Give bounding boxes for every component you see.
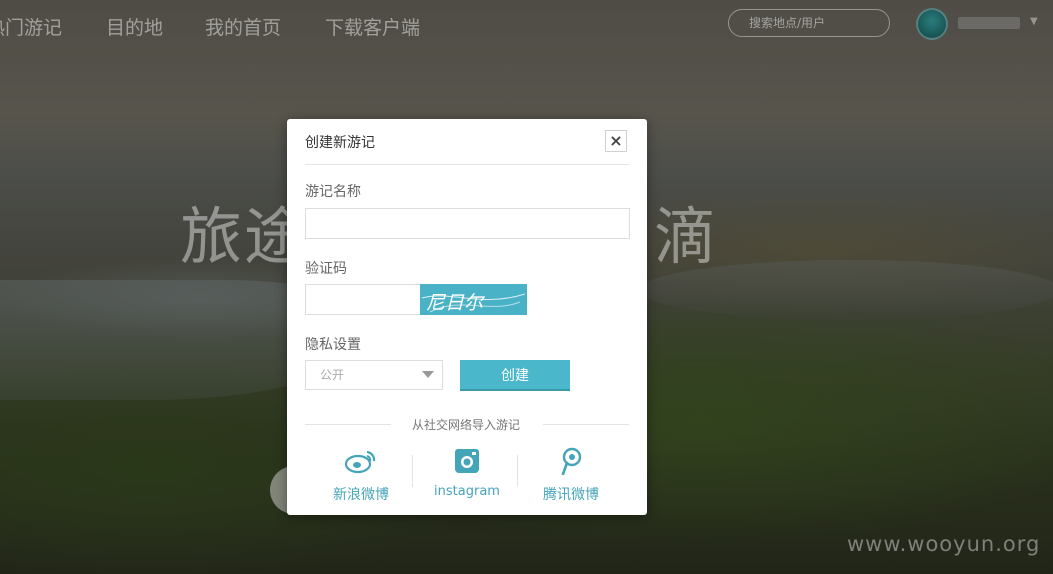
- weibo-import-button[interactable]: 新浪微博: [311, 447, 411, 504]
- nav-download-client[interactable]: 下载客户端: [325, 13, 420, 40]
- captcha-label: 验证码: [305, 261, 347, 277]
- caret-down-icon: [422, 371, 434, 378]
- chevron-down-icon[interactable]: ▼: [1030, 16, 1038, 27]
- import-from-social-label: 从社交网络导入游记: [412, 418, 521, 432]
- social-separator: [517, 455, 518, 487]
- travel-name-label: 游记名称: [305, 184, 361, 200]
- nav-popular-travels[interactable]: 热门游记: [0, 13, 62, 40]
- instagram-icon: [455, 449, 479, 473]
- divider: [305, 164, 629, 165]
- captcha-text: 尼日尔: [426, 292, 484, 314]
- top-nav: 热门游记 目的地 我的首页 下载客户端 搜索地点/用户 ▼: [0, 0, 1053, 50]
- tencent-weibo-icon: [561, 447, 582, 475]
- divider-right: [543, 424, 629, 425]
- divider-left: [305, 424, 391, 425]
- create-travel-dialog: 创建新游记 × 游记名称 验证码 尼日尔 隐私设置 公开 创建 从社交网络导入游…: [287, 119, 647, 515]
- travel-name-input[interactable]: [305, 208, 630, 239]
- tencent-weibo-label: 腾讯微博: [543, 487, 599, 503]
- privacy-label: 隐私设置: [305, 337, 361, 353]
- create-button[interactable]: 创建: [460, 360, 570, 391]
- nav-destinations[interactable]: 目的地: [106, 13, 163, 40]
- weibo-label: 新浪微博: [333, 487, 389, 503]
- captcha-image[interactable]: 尼日尔: [420, 284, 527, 315]
- privacy-select-value: 公开: [320, 368, 345, 382]
- social-separator: [412, 455, 413, 487]
- avatar[interactable]: [916, 8, 948, 40]
- instagram-label: instagram: [434, 484, 500, 499]
- weibo-icon: [345, 450, 376, 474]
- close-button[interactable]: ×: [605, 130, 627, 152]
- dialog-title: 创建新游记: [305, 135, 375, 151]
- tencent-weibo-import-button[interactable]: 腾讯微博: [521, 447, 621, 504]
- hero-title-right: 滴: [654, 200, 719, 273]
- instagram-import-button[interactable]: instagram: [417, 447, 517, 499]
- watermark: www.wooyun.org: [847, 532, 1041, 556]
- search-input[interactable]: 搜索地点/用户: [728, 9, 890, 37]
- username[interactable]: [958, 17, 1020, 29]
- privacy-select[interactable]: 公开: [305, 360, 443, 390]
- nav-my-home[interactable]: 我的首页: [205, 13, 281, 40]
- captcha-input[interactable]: [305, 284, 421, 315]
